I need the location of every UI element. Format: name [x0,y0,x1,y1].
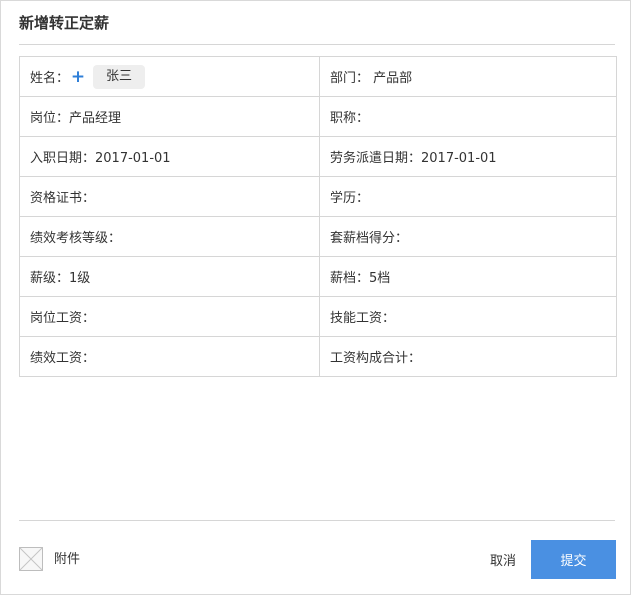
attachment-icon[interactable] [19,547,43,571]
table-row: 岗位：产品经理 职称： [19,96,617,137]
table-row: 薪级：1级 薪档：5档 [19,256,617,297]
cancel-button[interactable]: 取消 [479,547,527,573]
new-salary-dialog: 新增转正定薪 姓名： + 张三 部门： 产品部 岗位：产品经理 职称： 入职日期… [0,0,631,595]
table-row: 资格证书： 学历： [19,176,617,217]
table-row: 绩效工资： 工资构成合计： [19,336,617,377]
wage-total-cell: 工资构成合计： [319,336,617,377]
attachment-label[interactable]: 附件 [54,551,80,569]
skill-wage-cell: 技能工资： [319,296,617,337]
position-wage-cell: 岗位工资： [19,296,320,337]
performance-grade-cell: 绩效考核等级： [19,216,320,257]
salary-level-cell: 薪级：1级 [19,256,320,297]
performance-wage-cell: 绩效工资： [19,336,320,377]
submit-button[interactable]: 提交 [531,540,616,579]
salary-score-cell: 套薪档得分： [319,216,617,257]
position-cell: 岗位：产品经理 [19,96,320,137]
hire-date-cell: 入职日期：2017-01-01 [19,136,320,177]
plus-icon[interactable]: + [71,68,85,85]
salary-form-table: 姓名： + 张三 部门： 产品部 岗位：产品经理 职称： 入职日期：2017-0… [19,56,617,377]
table-row: 入职日期：2017-01-01 劳务派遣日期：2017-01-01 [19,136,617,177]
footer-divider [19,520,615,521]
name-label: 姓名： [30,71,70,86]
employee-name-tag[interactable]: 张三 [93,64,146,89]
education-cell: 学历： [319,176,617,217]
salary-grade-cell: 薪档：5档 [319,256,617,297]
department-cell: 部门： 产品部 [319,56,617,97]
name-cell: 姓名： + 张三 [19,56,320,97]
title-divider [19,44,615,45]
certificate-cell: 资格证书： [19,176,320,217]
dispatch-date-cell: 劳务派遣日期：2017-01-01 [319,136,617,177]
table-row: 姓名： + 张三 部门： 产品部 [19,56,617,97]
table-row: 绩效考核等级： 套薪档得分： [19,216,617,257]
table-row: 岗位工资： 技能工资： [19,296,617,337]
title-cell: 职称： [319,96,617,137]
dialog-title: 新增转正定薪 [19,14,110,32]
